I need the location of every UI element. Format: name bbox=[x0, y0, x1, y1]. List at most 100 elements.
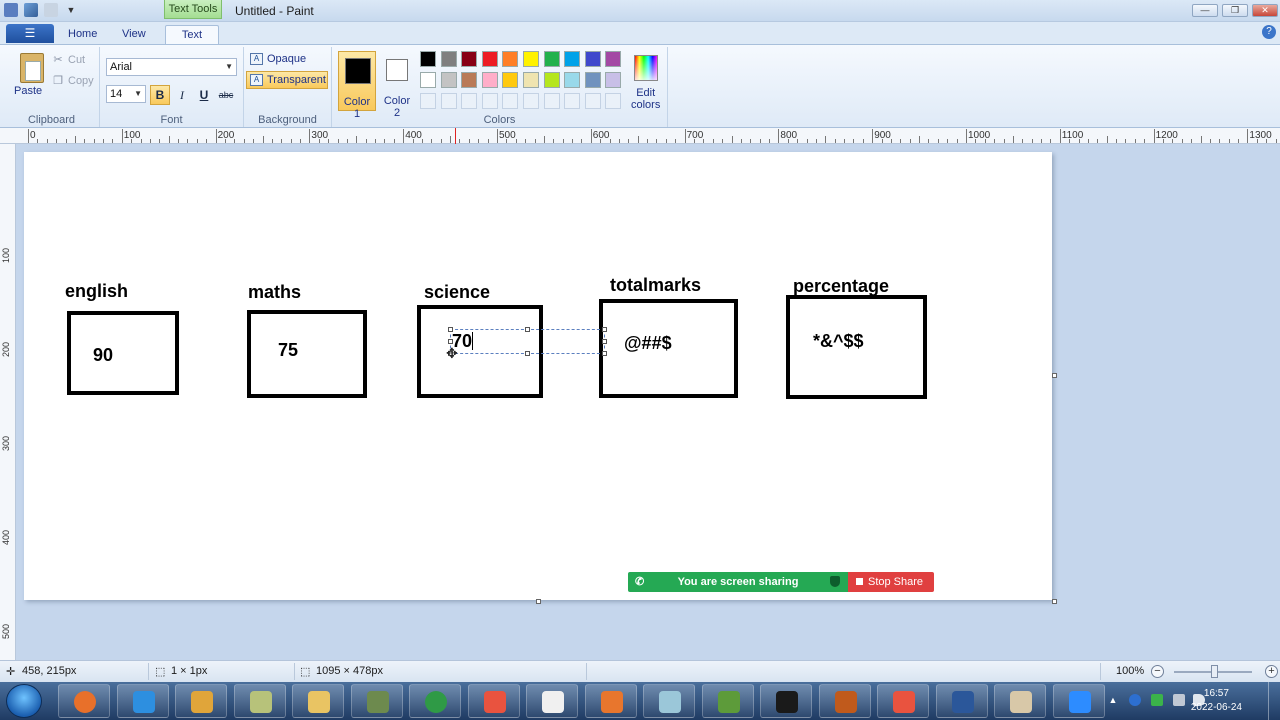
palette-color-swatch[interactable] bbox=[584, 51, 601, 67]
color1-button[interactable]: Color 1 bbox=[338, 51, 376, 120]
palette-color-swatch[interactable] bbox=[440, 51, 457, 67]
ruler-minor-tick bbox=[1031, 139, 1033, 143]
taskbar-file-explorer-button[interactable] bbox=[292, 684, 344, 718]
taskbar-command-prompt-button[interactable] bbox=[760, 684, 812, 718]
paste-icon[interactable] bbox=[20, 53, 44, 83]
tab-view[interactable]: View bbox=[110, 25, 158, 44]
palette-color-swatch[interactable] bbox=[502, 72, 519, 88]
zoom-out-button[interactable]: − bbox=[1151, 665, 1164, 678]
taskbar-zoom-button[interactable] bbox=[1052, 684, 1105, 718]
customize-dropdown-icon[interactable]: ▼ bbox=[64, 3, 78, 17]
stop-share-button[interactable]: Stop Share bbox=[848, 572, 934, 592]
palette-color-swatch[interactable] bbox=[605, 72, 622, 88]
taskbar-excel-chart-button[interactable] bbox=[701, 684, 754, 718]
resize-handle[interactable] bbox=[448, 339, 453, 344]
palette-color-swatch[interactable] bbox=[502, 51, 519, 67]
resize-handle[interactable] bbox=[448, 327, 453, 332]
network-icon[interactable] bbox=[1173, 694, 1185, 706]
start-button[interactable] bbox=[6, 684, 42, 718]
redo-icon[interactable] bbox=[44, 3, 58, 17]
ruler-minor-tick bbox=[862, 139, 864, 143]
palette-color-swatch[interactable] bbox=[543, 72, 560, 88]
taskbar-tool-32-button[interactable] bbox=[350, 684, 403, 718]
taskbar-paint-button[interactable] bbox=[994, 684, 1046, 718]
close-button[interactable]: ✕ bbox=[1252, 4, 1278, 17]
tray-app-icon[interactable] bbox=[1151, 694, 1163, 706]
taskbar-java-ide-button[interactable] bbox=[818, 684, 871, 718]
palette-color-swatch[interactable] bbox=[543, 51, 560, 67]
help-icon[interactable]: ? bbox=[1262, 25, 1276, 39]
palette-color-swatch[interactable] bbox=[461, 93, 478, 109]
palette-color-swatch[interactable] bbox=[420, 93, 436, 109]
palette-color-swatch[interactable] bbox=[502, 93, 519, 109]
palette-color-swatch[interactable] bbox=[584, 72, 601, 88]
taskbar-word-button[interactable] bbox=[935, 684, 988, 718]
system-clock[interactable]: 16:57 2022-06-24 bbox=[1191, 687, 1242, 715]
underline-button[interactable]: U bbox=[194, 85, 214, 105]
taskbar-chrome-button[interactable] bbox=[409, 684, 461, 718]
drawing-canvas[interactable]: english maths science totalmarks percent… bbox=[24, 152, 1052, 600]
taskbar-xmind-button[interactable] bbox=[526, 684, 578, 718]
palette-color-swatch[interactable] bbox=[481, 51, 498, 67]
canvas-resize-handle-right[interactable] bbox=[1052, 373, 1057, 378]
canvas-resize-handle-bottom[interactable] bbox=[536, 599, 541, 604]
zoom-in-button[interactable]: + bbox=[1265, 665, 1278, 678]
taskbar-firefox-button[interactable] bbox=[58, 684, 110, 718]
palette-color-swatch[interactable] bbox=[420, 51, 436, 67]
taskbar-media-player-button[interactable] bbox=[175, 684, 227, 718]
paste-button[interactable]: Paste bbox=[14, 85, 42, 97]
strikethrough-button[interactable]: abc bbox=[216, 85, 236, 105]
palette-color-swatch[interactable] bbox=[481, 93, 498, 109]
palette-color-swatch[interactable] bbox=[605, 51, 622, 67]
taskbar-notes-button[interactable] bbox=[233, 684, 286, 718]
resize-handle[interactable] bbox=[602, 339, 607, 344]
bluetooth-icon[interactable] bbox=[1129, 694, 1141, 706]
cut-button[interactable]: Cut bbox=[68, 54, 85, 66]
canvas-resize-handle-corner[interactable] bbox=[1052, 599, 1057, 604]
tab-text[interactable]: Text bbox=[165, 25, 219, 44]
palette-color-swatch[interactable] bbox=[564, 72, 581, 88]
resize-handle[interactable] bbox=[602, 327, 607, 332]
tray-expand-icon[interactable]: ▲ bbox=[1107, 694, 1119, 706]
maximize-button[interactable]: ❐ bbox=[1222, 4, 1248, 17]
palette-color-swatch[interactable] bbox=[584, 93, 601, 109]
palette-color-swatch[interactable] bbox=[481, 72, 498, 88]
minimize-button[interactable]: — bbox=[1192, 4, 1218, 17]
opaque-option[interactable]: A Opaque bbox=[246, 50, 328, 68]
palette-color-swatch[interactable] bbox=[523, 51, 539, 67]
palette-color-swatch[interactable] bbox=[543, 93, 560, 109]
palette-color-swatch[interactable] bbox=[564, 51, 581, 67]
color2-button[interactable]: Color 2 bbox=[378, 51, 416, 119]
taskbar-tool-orange-button[interactable] bbox=[584, 684, 637, 718]
zoom-slider-thumb[interactable] bbox=[1211, 665, 1218, 678]
palette-color-swatch[interactable] bbox=[420, 72, 436, 88]
word-icon bbox=[951, 691, 974, 713]
resize-handle[interactable] bbox=[602, 351, 607, 356]
resize-handle[interactable] bbox=[525, 327, 530, 332]
font-size-select[interactable]: 14 ▼ bbox=[106, 85, 146, 103]
palette-color-swatch[interactable] bbox=[461, 72, 478, 88]
edit-colors-button[interactable]: Edit colors bbox=[622, 49, 668, 111]
font-family-select[interactable]: Arial ▼ bbox=[106, 58, 237, 76]
taskbar-internet-explorer-button[interactable] bbox=[116, 684, 169, 718]
tab-home[interactable]: Home bbox=[56, 25, 109, 44]
undo-icon[interactable] bbox=[24, 3, 38, 17]
copy-button[interactable]: Copy bbox=[68, 75, 94, 87]
palette-color-swatch[interactable] bbox=[461, 51, 478, 67]
save-icon[interactable] bbox=[4, 3, 18, 17]
taskbar-eraser-button[interactable] bbox=[643, 684, 695, 718]
palette-color-swatch[interactable] bbox=[440, 93, 457, 109]
taskbar-git-button[interactable] bbox=[467, 684, 520, 718]
bold-button[interactable]: B bbox=[150, 85, 170, 105]
palette-color-swatch[interactable] bbox=[440, 72, 457, 88]
taskbar-git-2-button[interactable] bbox=[877, 684, 929, 718]
resize-handle[interactable] bbox=[525, 351, 530, 356]
transparent-option[interactable]: A Transparent bbox=[246, 71, 328, 89]
palette-color-swatch[interactable] bbox=[605, 93, 622, 109]
palette-color-swatch[interactable] bbox=[523, 93, 539, 109]
italic-button[interactable]: I bbox=[172, 85, 192, 105]
palette-color-swatch[interactable] bbox=[564, 93, 581, 109]
show-desktop-button[interactable] bbox=[1268, 682, 1280, 720]
paint-menu-button[interactable]: ☰ bbox=[6, 24, 54, 43]
palette-color-swatch[interactable] bbox=[523, 72, 539, 88]
